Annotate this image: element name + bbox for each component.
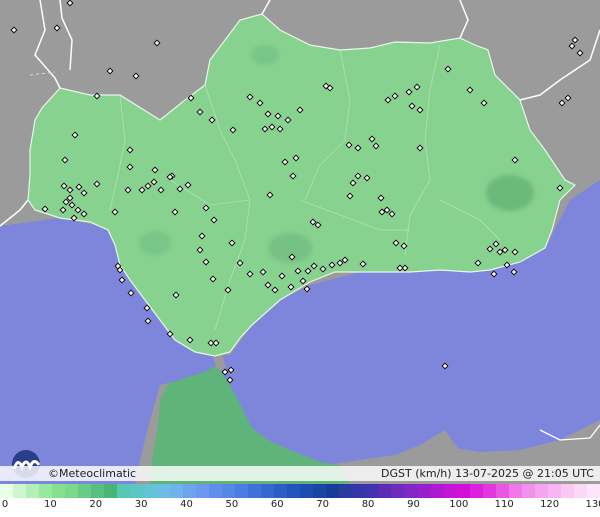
legend-swatch xyxy=(247,484,261,498)
patch-north xyxy=(251,45,279,65)
legend-tick-label: 70 xyxy=(316,499,330,510)
legend-swatch xyxy=(391,484,405,498)
map-footer: ©Meteoclimatic DGST (km/h) 13-07-2025 @ … xyxy=(0,466,600,481)
map-caption: DGST (km/h) 13-07-2025 @ 21:05 UTC xyxy=(381,467,594,480)
legend-swatch xyxy=(339,484,353,498)
legend-swatch xyxy=(26,484,40,498)
legend-swatch xyxy=(495,484,509,498)
legend-swatch xyxy=(561,484,575,498)
legend-swatch xyxy=(443,484,457,498)
legend-swatch xyxy=(208,484,222,498)
legend-swatch xyxy=(365,484,379,498)
legend-swatch xyxy=(287,484,301,498)
map-svg xyxy=(0,0,600,484)
legend-swatch xyxy=(521,484,535,498)
legend-swatch xyxy=(117,484,131,498)
legend-tick-label: 110 xyxy=(494,499,514,510)
legend-swatch xyxy=(169,484,183,498)
color-legend: 0 10 20 30 40 50 60 70 80 90 100 110 120 130 xyxy=(0,484,600,517)
legend-swatch xyxy=(78,484,92,498)
legend-swatch xyxy=(104,484,118,498)
legend-swatch xyxy=(326,484,340,498)
legend-tick-label: 30 xyxy=(134,499,148,510)
wind-gust-map xyxy=(0,0,600,484)
patch-sevilla xyxy=(139,231,171,255)
legend-swatch xyxy=(65,484,79,498)
legend-swatch xyxy=(430,484,444,498)
legend-swatch xyxy=(52,484,66,498)
legend-swatch xyxy=(482,484,496,498)
legend-swatch xyxy=(547,484,562,498)
legend-swatch xyxy=(221,484,235,498)
legend-swatch xyxy=(143,484,157,498)
legend-swatch xyxy=(130,484,144,498)
legend-swatch xyxy=(0,484,14,498)
legend-tick-label: 100 xyxy=(449,499,469,510)
legend-tick-label: 0 xyxy=(1,499,9,510)
legend-tick-label: 80 xyxy=(361,499,375,510)
legend-swatch xyxy=(508,484,522,498)
legend-swatch xyxy=(300,484,314,498)
legend-swatch xyxy=(273,484,288,498)
patch-granada xyxy=(486,175,534,211)
legend-swatch xyxy=(587,484,600,498)
brand-label: ©Meteoclimatic xyxy=(48,467,137,480)
legend-swatch xyxy=(195,484,209,498)
legend-color-bar xyxy=(0,484,600,498)
legend-swatch xyxy=(456,484,470,498)
legend-tick-label: 50 xyxy=(225,499,239,510)
legend-swatch xyxy=(91,484,105,498)
legend-swatch xyxy=(13,484,27,498)
legend-tick-label: 20 xyxy=(89,499,103,510)
legend-swatch xyxy=(234,484,248,498)
legend-swatch xyxy=(352,484,366,498)
legend-tick-label: 60 xyxy=(270,499,284,510)
legend-swatch xyxy=(404,484,418,498)
legend-swatch xyxy=(39,484,53,498)
legend-tick-label: 40 xyxy=(180,499,193,510)
legend-swatch xyxy=(260,484,274,498)
legend-swatch xyxy=(156,484,170,498)
legend-tick-label: 130 xyxy=(585,499,600,510)
legend-swatch xyxy=(417,484,431,498)
legend-tick-label: 120 xyxy=(540,499,560,510)
legend-tick-label: 10 xyxy=(44,499,57,510)
legend-swatch xyxy=(313,484,327,498)
legend-swatch xyxy=(378,484,392,498)
legend-swatch xyxy=(574,484,588,498)
legend-swatch xyxy=(182,484,196,498)
legend-swatch xyxy=(534,484,548,498)
legend-swatch xyxy=(469,484,483,498)
legend-tick-label: 90 xyxy=(407,499,420,510)
